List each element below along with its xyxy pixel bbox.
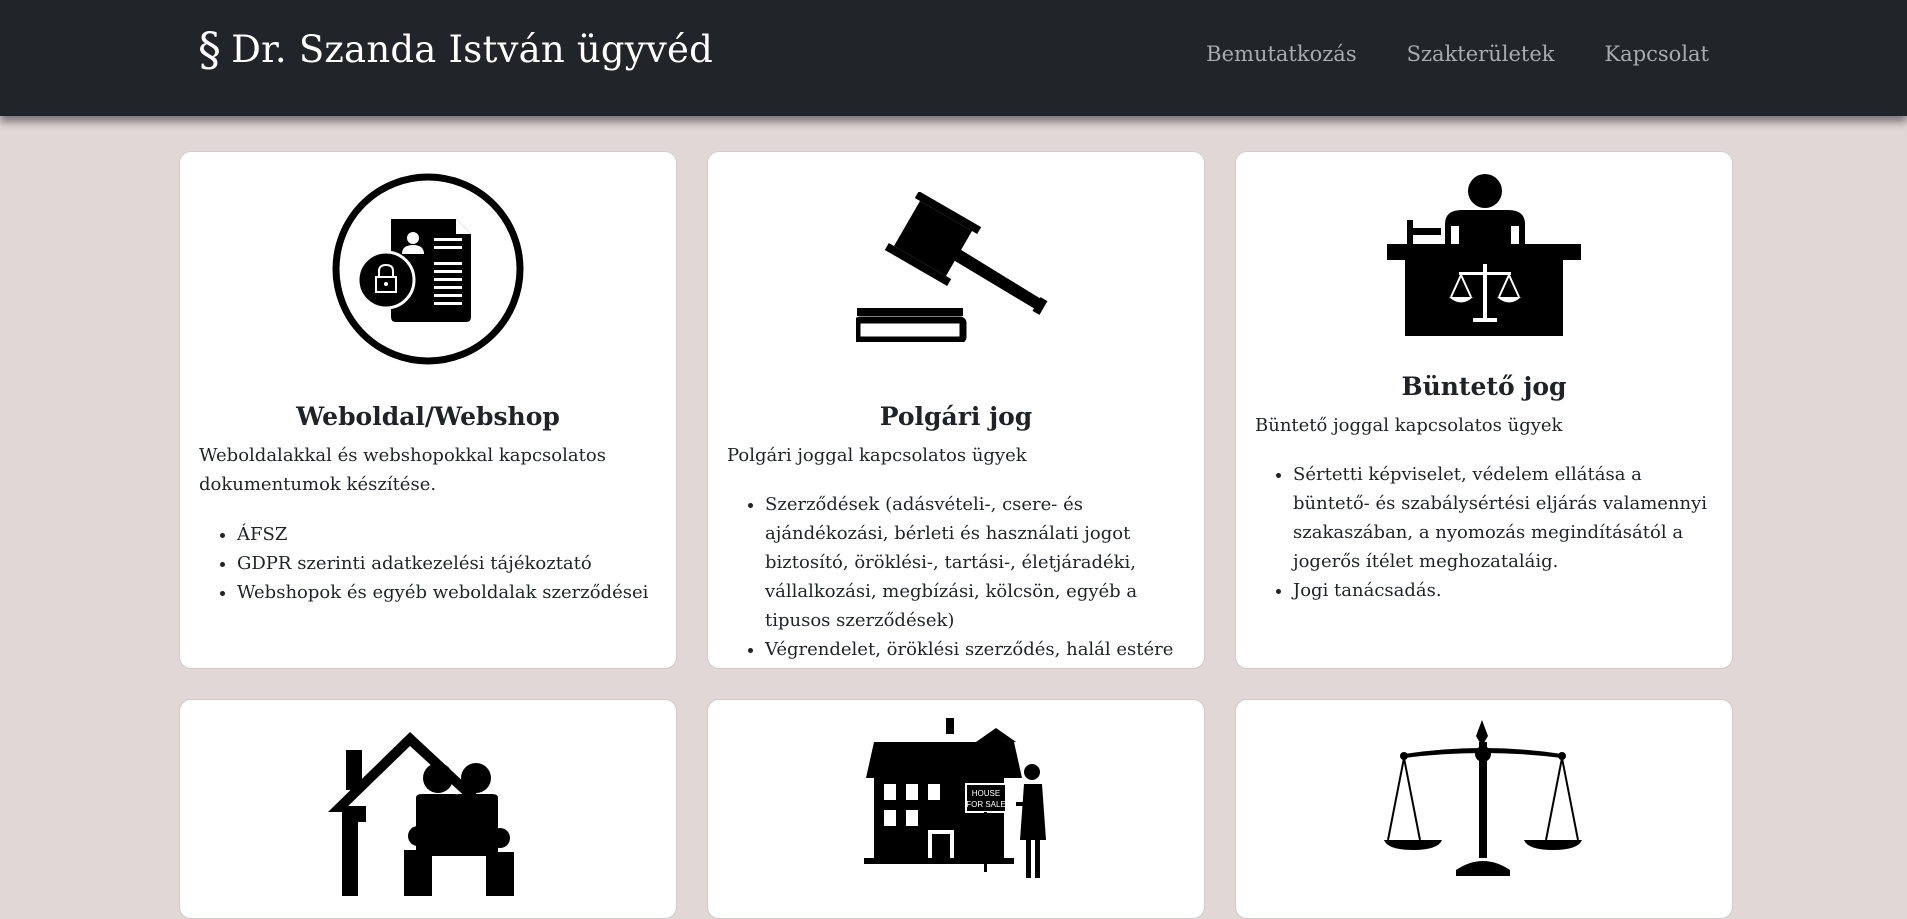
nav-link-bemutatkozas[interactable]: Bemutatkozás bbox=[1206, 42, 1356, 66]
nav-link-kapcsolat[interactable]: Kapcsolat bbox=[1604, 42, 1709, 66]
nav-link-szakteruletek[interactable]: Szakterületek bbox=[1407, 42, 1555, 66]
top-navbar: § Dr. Szanda István ügyvéd Bemutatkozás … bbox=[0, 0, 1907, 116]
card-list: ÁFSZ GDPR szerinti adatkezelési tájékozt… bbox=[237, 520, 662, 607]
card-lead: Polgári joggal kapcsolatos ügyek bbox=[727, 445, 1027, 466]
list-item: Szerződések (adásvételi-, csere- és aján… bbox=[765, 490, 1190, 635]
house-for-sale-icon: HOUSE FOR SALE bbox=[864, 718, 1046, 878]
card-lead: Büntető joggal kapcsolatos ügyek bbox=[1255, 415, 1563, 436]
list-item: Webshopok és egyéb weboldalak szerződése… bbox=[237, 578, 662, 607]
service-card-webshop: Weboldal/Webshop Weboldalakkal és websho… bbox=[179, 151, 677, 669]
list-item: ÁFSZ bbox=[237, 520, 662, 549]
section-sign-icon: § bbox=[198, 22, 222, 76]
service-card-polgari-jog: Polgári jog Polgári joggal kapcsolatos ü… bbox=[707, 151, 1205, 669]
list-item: GDPR szerinti adatkezelési tájékoztató bbox=[237, 549, 662, 578]
document-lock-icon bbox=[332, 173, 524, 365]
service-card-bunteto-jog: Büntető jog Büntető joggal kapcsolatos ü… bbox=[1235, 151, 1733, 669]
brand-name: Dr. Szanda István ügyvéd bbox=[231, 27, 713, 71]
card-title: Polgári jog bbox=[879, 402, 1033, 431]
main-nav: Bemutatkozás Szakterületek Kapcsolat bbox=[1206, 42, 1709, 66]
service-card-family bbox=[179, 699, 677, 919]
card-list: Sértetti képviselet, védelem ellátása a … bbox=[1293, 460, 1718, 605]
card-title: Weboldal/Webshop bbox=[296, 402, 560, 431]
list-item: Sértetti képviselet, védelem ellátása a … bbox=[1293, 460, 1718, 576]
service-card-justice bbox=[1235, 699, 1733, 919]
sale-sign-line1: HOUSE bbox=[972, 789, 1000, 798]
gavel-icon bbox=[856, 192, 1048, 342]
card-title: Büntető jog bbox=[1401, 372, 1567, 401]
service-card-real-estate: HOUSE FOR SALE bbox=[707, 699, 1205, 919]
sale-sign-line2: FOR SALE bbox=[966, 800, 1006, 809]
family-house-icon bbox=[328, 732, 514, 896]
card-list: Szerződések (adásvételi-, csere- és aján… bbox=[765, 490, 1190, 668]
card-lead: Weboldalakkal és webshopokkal kapcsolato… bbox=[199, 445, 606, 495]
judge-desk-icon bbox=[1387, 174, 1581, 336]
list-item: Jogi tanácsadás. bbox=[1293, 576, 1718, 605]
brand-link[interactable]: § Dr. Szanda István ügyvéd bbox=[198, 26, 713, 72]
list-item: Végrendelet, öröklési szerződés, halál e… bbox=[765, 635, 1190, 668]
scales-of-justice-icon bbox=[1384, 720, 1582, 876]
